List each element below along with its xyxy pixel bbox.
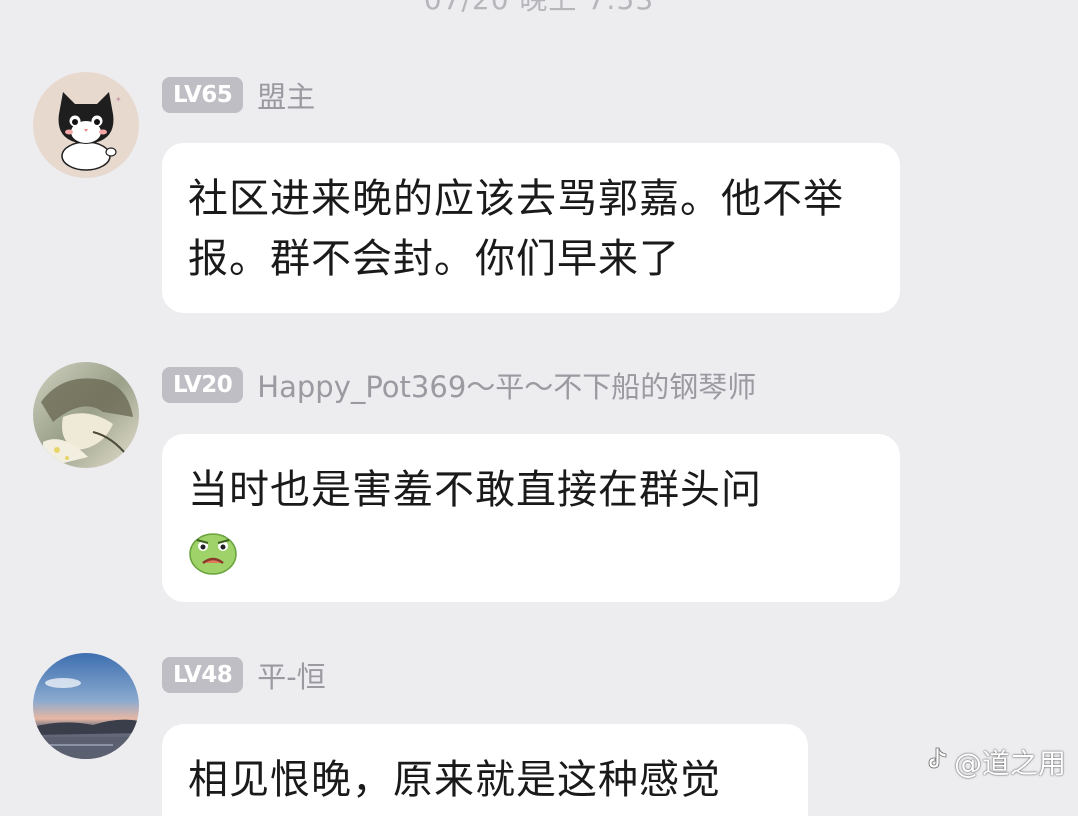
- sunset-avatar-icon[interactable]: [33, 653, 139, 759]
- message-text: 相见恨晚，原来就是这种感觉: [188, 757, 721, 803]
- chat-timestamp: 07/20 晚上 7:53: [0, 0, 1078, 18]
- svg-text:✦: ✦: [115, 95, 122, 104]
- level-badge: LV65: [162, 77, 244, 113]
- watermark: @道之用: [926, 742, 1066, 782]
- cat-avatar-icon[interactable]: ✦: [33, 72, 139, 178]
- level-badge: LV20: [162, 367, 244, 403]
- message-meta: LV48 平-恒: [162, 655, 326, 695]
- douyin-icon: [926, 746, 950, 779]
- anime-avatar-icon[interactable]: [33, 362, 139, 468]
- message-bubble[interactable]: 社区进来晚的应该去骂郭嘉。他不举报。群不会封。你们早来了: [162, 143, 900, 313]
- message-bubble[interactable]: 相见恨晚，原来就是这种感觉: [162, 724, 808, 816]
- level-badge: LV48: [162, 657, 244, 693]
- chat-screen: 07/20 晚上 7:53: [0, 0, 1078, 816]
- sad-frog-emoji-icon: [188, 527, 238, 577]
- watermark-text: @道之用: [953, 747, 1066, 780]
- message-text: 社区进来晚的应该去骂郭嘉。他不举报。群不会封。你们早来了: [188, 176, 844, 282]
- sender-nickname[interactable]: 平-恒: [257, 654, 325, 696]
- message-meta: LV20 Happy_Pot369～平～不下船的钢琴师: [162, 365, 756, 405]
- sender-nickname[interactable]: Happy_Pot369～平～不下船的钢琴师: [257, 364, 756, 406]
- message-text: 当时也是害羞不敢直接在群头问: [188, 467, 762, 513]
- sender-nickname[interactable]: 盟主: [257, 74, 315, 116]
- message-bubble[interactable]: 当时也是害羞不敢直接在群头问: [162, 434, 900, 602]
- message-meta: LV65 盟主: [162, 75, 315, 115]
